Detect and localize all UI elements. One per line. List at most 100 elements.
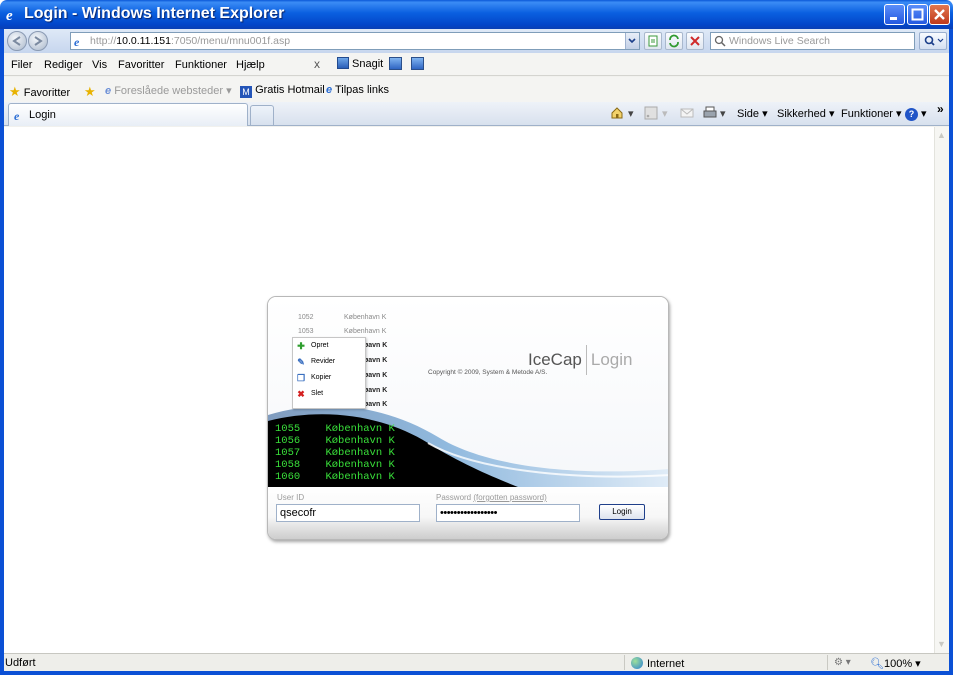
title-bar[interactable]: e Login - Windows Internet Explorer: [0, 0, 953, 29]
bg-side-row: øavn K: [364, 401, 388, 408]
svg-text:e: e: [6, 8, 13, 22]
tab-row: e Login ▾ ▾ ▾ Side ▾ Sikkerhed ▾ Funktio…: [4, 102, 949, 126]
maximize-icon: [911, 8, 924, 21]
user-id-input[interactable]: qsecofr: [276, 504, 420, 522]
menu-filer[interactable]: Filer: [11, 59, 32, 71]
brand-divider: [585, 345, 587, 375]
new-tab-button[interactable]: [250, 105, 274, 125]
menu-vis[interactable]: Vis: [92, 59, 107, 71]
print-dropdown-icon[interactable]: ▾: [720, 107, 726, 120]
ie-page-icon: e: [105, 85, 112, 97]
feeds-dropdown-icon[interactable]: ▾: [662, 107, 668, 120]
help-menu[interactable]: ? ▾: [905, 107, 927, 121]
globe-icon: [631, 657, 643, 669]
msn-icon: M: [240, 86, 252, 98]
search-icon: [714, 35, 726, 47]
security-zone[interactable]: Internet: [631, 657, 684, 670]
feeds-icon[interactable]: [644, 106, 658, 120]
tools-menu[interactable]: Funktioner ▾: [841, 107, 902, 120]
add-icon: ✚: [297, 341, 305, 351]
ctx-item-revider: ✎ Revider: [297, 357, 336, 367]
bg-side-row: øavn K: [364, 387, 388, 394]
add-favorites-icon[interactable]: ★: [84, 84, 96, 100]
favorites-button[interactable]: ★ Favoritter: [9, 84, 70, 100]
back-button[interactable]: [7, 31, 27, 51]
search-go-button[interactable]: [919, 32, 947, 50]
snagit-button[interactable]: Snagit: [337, 57, 383, 70]
menu-funktioner[interactable]: Funktioner: [175, 59, 227, 71]
copy-icon: ❐: [296, 373, 306, 383]
delete-icon: ✖: [297, 389, 305, 399]
terminal-line: 1058 København K: [275, 459, 395, 471]
protected-mode-icon[interactable]: ⚙ ▾: [834, 657, 851, 668]
edit-icon: ✎: [297, 357, 305, 367]
custom-links-link[interactable]: e Tilpas links: [326, 84, 389, 96]
zoom-level[interactable]: 🔍︎100% ▾: [870, 657, 921, 670]
tab-page-icon: e: [14, 109, 20, 121]
menu-rediger[interactable]: Rediger: [44, 59, 83, 71]
copyright-text: Copyright © 2009, System & Metode A/S.: [428, 369, 548, 376]
refresh-icon: [669, 34, 679, 48]
minimize-button[interactable]: [884, 4, 905, 25]
password-input[interactable]: •••••••••••••••••: [436, 504, 580, 522]
address-dropdown-button[interactable]: [625, 33, 639, 49]
search-go-icon: [924, 35, 944, 46]
stop-icon: [690, 36, 700, 46]
tab-login[interactable]: e Login: [8, 103, 248, 126]
search-placeholder: Windows Live Search: [729, 35, 830, 47]
url-text: http://10.0.11.151:7050/menu/mnu001f.asp: [90, 35, 291, 47]
close-icon: [934, 9, 945, 20]
scroll-down-icon[interactable]: ▼: [937, 639, 947, 649]
menu-hjaelp[interactable]: Hjælp: [236, 59, 265, 71]
nav-buttons: [7, 31, 51, 51]
close-menu-icon[interactable]: x: [314, 57, 320, 71]
bg-side-row: øavn K: [364, 357, 388, 364]
vertical-scrollbar[interactable]: ▲ ▼: [934, 127, 949, 653]
home-dropdown-icon[interactable]: ▾: [628, 107, 634, 120]
context-menu-illustration: ✚ Opret ✎ Revider ❐ Kopier ✖ Slet: [292, 337, 366, 409]
compatibility-button[interactable]: [644, 32, 662, 50]
star-icon: ★: [9, 84, 21, 99]
login-button[interactable]: Login: [599, 504, 645, 520]
address-field[interactable]: e http://10.0.11.151:7050/menu/mnu001f.a…: [70, 32, 640, 50]
snagit-label: Snagit: [352, 58, 384, 70]
search-input[interactable]: Windows Live Search: [710, 32, 915, 50]
ctx-item-opret: ✚ Opret: [297, 341, 329, 351]
scroll-up-icon[interactable]: ▲: [937, 130, 947, 140]
mail-icon[interactable]: [680, 106, 694, 120]
suggested-sites-link[interactable]: e Foreslåede websteder ▾: [105, 84, 232, 97]
maximize-button[interactable]: [907, 4, 928, 25]
brand-subtitle: Login: [590, 350, 633, 369]
print-icon[interactable]: [703, 106, 717, 120]
svg-text:e: e: [74, 35, 80, 47]
terminal-line: 1057 København K: [275, 447, 395, 459]
menu-favoritter[interactable]: Favoritter: [118, 59, 164, 71]
hotmail-link[interactable]: M Gratis Hotmail: [240, 84, 325, 98]
forgot-password-link[interactable]: (forgotten password): [473, 493, 546, 502]
refresh-button[interactable]: [665, 32, 683, 50]
page-menu[interactable]: Side ▾: [737, 107, 768, 120]
page-icon: e: [74, 35, 80, 47]
zoom-icon: 🔍︎: [870, 658, 884, 670]
toolbar-overflow-chevron[interactable]: »: [937, 102, 944, 116]
menu-bar: Filer Rediger Vis Favoritter Funktioner …: [4, 53, 949, 76]
stop-button[interactable]: [686, 32, 704, 50]
snagit-window-icon[interactable]: [389, 57, 402, 70]
home-icon[interactable]: [610, 106, 624, 120]
svg-text:e: e: [14, 109, 20, 121]
snagit-icon: [337, 57, 349, 69]
forward-button[interactable]: [28, 31, 48, 51]
forward-arrow-icon: [34, 36, 43, 46]
password-label: Password: [436, 493, 472, 502]
ie-logo-icon: e: [6, 8, 13, 22]
close-window-button[interactable]: [929, 4, 950, 25]
snagit-region-icon[interactable]: [411, 57, 424, 70]
help-icon: ?: [905, 108, 918, 121]
bg-side-row: øavn K: [364, 342, 388, 349]
bg-side-row: øavn K: [364, 372, 388, 379]
bg-list-row: 1053 København K: [298, 328, 387, 335]
status-divider: [827, 655, 828, 670]
minimize-icon: [890, 17, 897, 20]
security-menu[interactable]: Sikkerhed ▾: [777, 107, 835, 120]
chevron-down-icon: [628, 38, 636, 44]
